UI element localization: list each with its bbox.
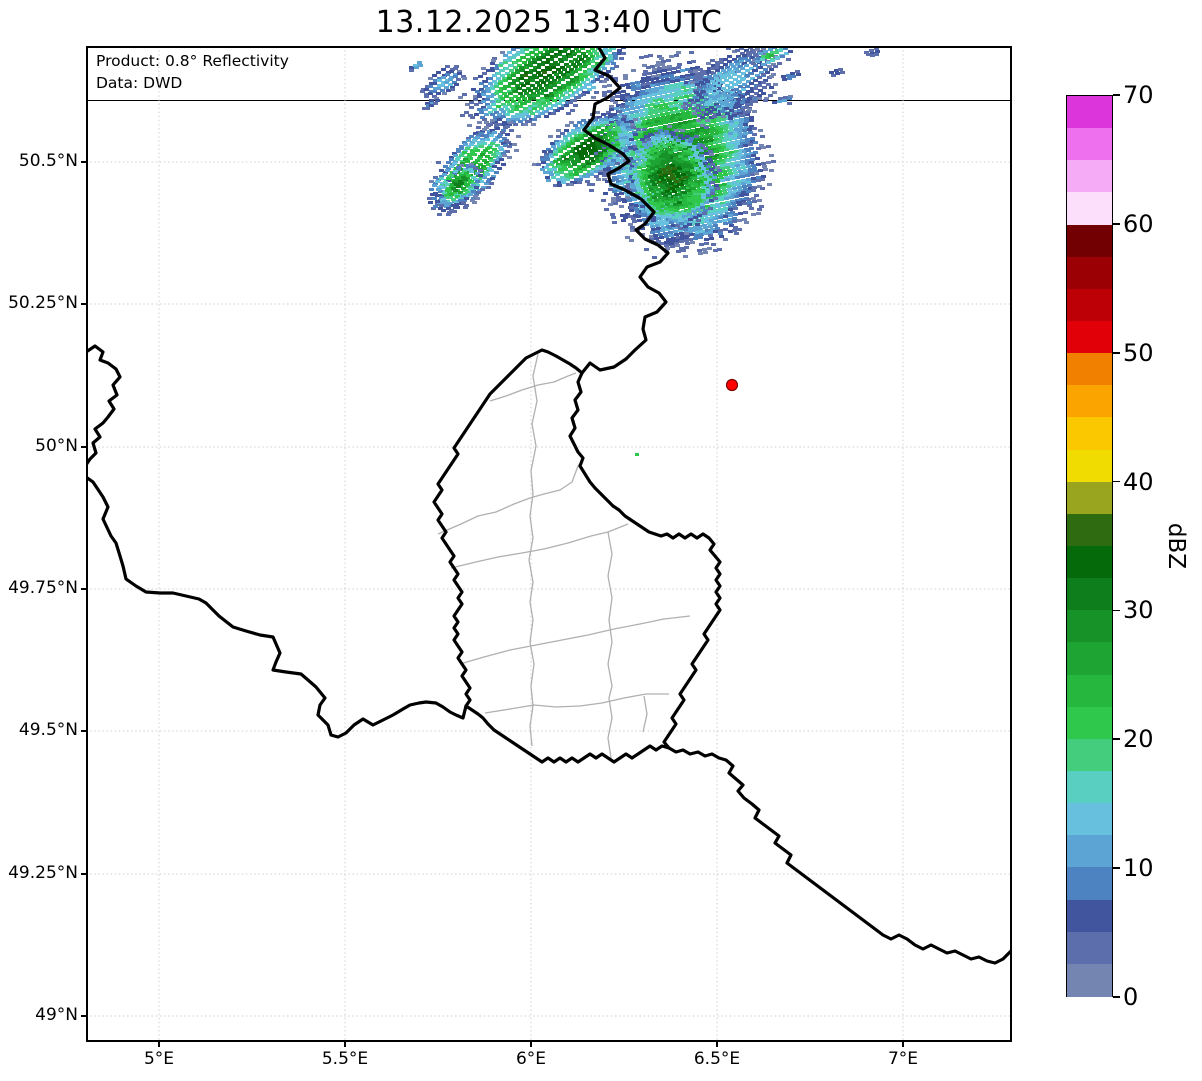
gridlines [86, 46, 1012, 1042]
colorbar-segment [1067, 192, 1112, 226]
border-france-germany [667, 746, 1012, 965]
plot-border [86, 46, 1012, 1042]
colorbar-tick-mark [1113, 738, 1120, 741]
colorbar-tick-mark [1113, 351, 1120, 354]
y-axis-tick-mark [81, 303, 86, 305]
colorbar-segment [1067, 385, 1112, 419]
colorbar-segment [1067, 449, 1112, 483]
colorbar-tick-label: 50 [1123, 338, 1154, 367]
colorbar-tick-mark [1113, 609, 1120, 612]
map-plot: Product: 0.8° Reflectivity Data: DWD [86, 46, 1012, 1042]
colorbar-segment [1067, 128, 1112, 162]
colorbar-tick-mark [1113, 480, 1120, 483]
colorbar-segment [1067, 256, 1112, 290]
y-axis-tick-label: 50.5°N [18, 151, 78, 171]
radar-figure: { "title": "13.12.2025 13:40 UTC", "info… [0, 0, 1202, 1081]
colorbar-segment [1067, 642, 1112, 676]
y-axis-tick-label: 50.25°N [8, 293, 78, 313]
y-axis-tick-label: 49.5°N [18, 720, 78, 740]
colorbar-segment [1067, 578, 1112, 612]
x-axis-tick-label: 5.5°E [321, 1049, 369, 1069]
x-axis-tick-label: 6.5°E [693, 1049, 741, 1069]
colorbar-segment [1067, 96, 1112, 130]
y-axis-tick-mark [81, 730, 86, 732]
colorbar-unit-label: dBZ [1163, 522, 1189, 570]
y-axis-tick-label: 49°N [35, 1005, 78, 1025]
x-axis-tick-mark [344, 1042, 346, 1047]
colorbar-tick-label: 0 [1123, 983, 1139, 1011]
colorbar-segment [1067, 288, 1112, 323]
single-echo-pixel [635, 453, 639, 456]
radar-echoes [409, 46, 883, 456]
x-axis-tick-label: 6°E [515, 1049, 547, 1069]
colorbar-tick-mark [1113, 94, 1120, 96]
colorbar-tick-label: 10 [1123, 854, 1154, 883]
x-axis-tick-label: 5°E [143, 1049, 175, 1069]
y-axis-tick-mark [81, 588, 86, 590]
colorbar-segment [1067, 931, 1112, 965]
x-axis-tick-mark [158, 1042, 160, 1047]
colorbar-gradient [1067, 96, 1112, 998]
x-axis-tick-mark [530, 1042, 532, 1047]
y-axis-tick-mark [81, 873, 86, 875]
colorbar-tick-mark [1113, 867, 1120, 869]
colorbar-segment [1067, 803, 1112, 837]
colorbar-segment [1067, 353, 1112, 387]
x-axis-tick-mark [716, 1042, 718, 1047]
colorbar-segment [1067, 481, 1112, 515]
colorbar-tick-label: 20 [1123, 725, 1154, 754]
colorbar-segment [1067, 963, 1112, 998]
border-luxembourg [432, 348, 722, 764]
colorbar-segment [1067, 771, 1112, 805]
colorbar-segment [1067, 513, 1112, 548]
colorbar-segment [1067, 738, 1112, 773]
colorbar-segment [1067, 546, 1112, 580]
y-axis-tick-label: 50°N [35, 436, 78, 456]
y-axis-tick-label: 49.75°N [8, 578, 78, 598]
page-title: 13.12.2025 13:40 UTC [375, 5, 723, 40]
colorbar-segment [1067, 610, 1112, 644]
colorbar-tick-label: 60 [1123, 209, 1154, 238]
x-axis-tick-mark [902, 1042, 904, 1047]
colorbar-segment [1067, 835, 1112, 869]
y-axis-tick-mark [81, 1015, 86, 1017]
colorbar [1066, 95, 1113, 998]
border-france [86, 475, 468, 739]
y-axis-tick-label: 49.25°N [8, 863, 78, 883]
colorbar-segment [1067, 160, 1112, 194]
y-axis-tick-mark [81, 161, 86, 163]
radar-map [86, 46, 1012, 1042]
colorbar-tick-label: 40 [1123, 467, 1154, 496]
colorbar-segment [1067, 224, 1112, 258]
country-borders [86, 46, 1012, 965]
x-axis-tick-label: 7°E [887, 1049, 919, 1069]
colorbar-tick-label: 70 [1123, 81, 1154, 109]
colorbar-segment [1067, 899, 1112, 933]
colorbar-segment [1067, 867, 1112, 901]
y-axis-tick-mark [81, 446, 86, 448]
colorbar-tick-mark [1113, 996, 1120, 998]
station-marker [725, 378, 739, 392]
colorbar-segment [1067, 706, 1112, 740]
colorbar-tick-mark [1113, 223, 1120, 225]
colorbar-tick-label: 30 [1123, 596, 1154, 625]
colorbar-segment [1067, 417, 1112, 451]
colorbar-segment [1067, 674, 1112, 708]
colorbar-segment [1067, 321, 1112, 355]
